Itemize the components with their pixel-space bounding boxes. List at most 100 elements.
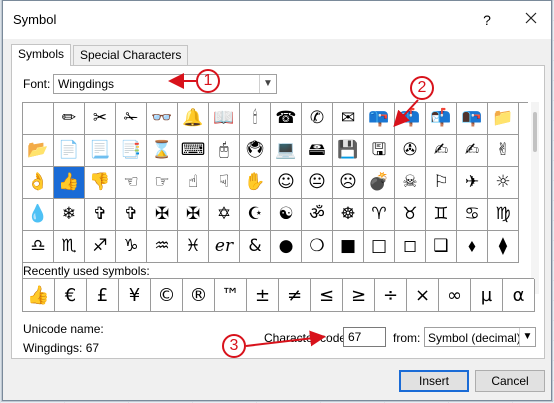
symbol-cell[interactable]: ⚐ [426,167,457,199]
recent-symbol-cell[interactable]: ™ [215,279,247,312]
symbol-cell[interactable]: ☹ [333,167,364,199]
symbol-cell[interactable]: ✆ [302,103,333,135]
grid-scrollbar[interactable] [531,102,539,294]
symbol-cell[interactable]: ♍ [488,199,519,231]
symbol-cell[interactable]: ☺ [271,167,302,199]
symbol-cell[interactable]: 🖴 [302,135,333,167]
symbol-cell[interactable]: 🔔 [178,103,209,135]
symbol-cell[interactable]: ✈ [457,167,488,199]
symbol-cell[interactable]: 📖 [209,103,240,135]
symbol-cell[interactable]: ☪ [240,199,271,231]
recent-symbol-cell[interactable]: ≠ [279,279,311,312]
symbol-cell[interactable]: 🖰 [209,135,240,167]
symbol-cell[interactable]: ॐ [302,199,333,231]
symbol-cell[interactable]: 📂 [23,135,54,167]
recent-symbol-cell[interactable]: ≤ [311,279,343,312]
symbol-cell[interactable]: 👎 [85,167,116,199]
symbol-cell[interactable]: ● [271,231,302,263]
cancel-button[interactable]: Cancel [475,370,545,392]
character-code-input[interactable]: 67 [343,327,386,347]
symbol-cell[interactable]: ⧫ [488,231,519,263]
symbol-cell[interactable]: ❍ [302,231,333,263]
symbol-cell[interactable]: 📁 [488,103,519,135]
symbol-cell[interactable]: 👓 [147,103,178,135]
symbol-cell[interactable]: ✞ [85,199,116,231]
symbol-cell[interactable]: ✠ [147,199,178,231]
symbol-cell[interactable]: ⬧ [457,231,488,263]
symbol-cell[interactable]: ◻ [395,231,426,263]
symbol-cell[interactable]: 💧 [23,199,54,231]
symbol-cell[interactable]: ♉ [395,199,426,231]
symbol-cell[interactable]: ☼ [488,167,519,199]
symbol-cell[interactable]: ✍ [457,135,488,167]
symbol-cell[interactable]: ☞ [147,167,178,199]
help-button[interactable]: ? [475,9,499,31]
symbol-cell[interactable]: 📄 [54,135,85,167]
symbol-cell[interactable]: 📬 [426,103,457,135]
symbol-cell[interactable]: ☯ [271,199,302,231]
tab-special-characters[interactable]: Special Characters [73,45,189,66]
recent-symbol-cell[interactable]: ∞ [439,279,471,312]
recent-symbol-cell[interactable]: ¥ [119,279,151,312]
recent-symbol-cell[interactable]: ± [247,279,279,312]
symbol-cell[interactable]: ♈ [364,199,395,231]
symbol-cell[interactable]: ✁ [116,103,147,135]
symbol-cell[interactable]: ♋ [457,199,488,231]
symbol-cell[interactable]: 📃 [85,135,116,167]
symbol-cell[interactable]: 😐 [302,167,333,199]
symbol-cell[interactable]: 📭 [457,103,488,135]
symbol-cell[interactable]: ■ [333,231,364,263]
scrollbar-thumb[interactable] [533,112,537,152]
symbol-cell[interactable]: 💻 [271,135,302,167]
close-button[interactable] [519,9,543,31]
font-dropdown[interactable]: Wingdings ▼ [53,74,277,94]
symbol-cell[interactable]: 👌 [23,167,54,199]
symbol-cell[interactable]: 🖲 [240,135,271,167]
symbol-cell[interactable]: 💾 [333,135,364,167]
recent-symbol-cell[interactable]: 👍 [23,279,55,312]
symbol-cell[interactable]: ☠ [395,167,426,199]
symbol-cell[interactable]: ♐ [85,231,116,263]
symbol-cell[interactable]: ✠ [178,199,209,231]
symbol-cell[interactable]: ⌨ [178,135,209,167]
symbol-cell[interactable]: ♒ [147,231,178,263]
symbol-cell[interactable]: ✇ [395,135,426,167]
symbol-cell[interactable]: ☎ [271,103,302,135]
recent-symbol-cell[interactable]: α [503,279,535,312]
symbol-cell[interactable]: 📪 [364,103,395,135]
symbol-cell[interactable] [23,103,54,135]
recent-symbol-cell[interactable]: ≥ [343,279,375,312]
symbol-cell[interactable]: □ [364,231,395,263]
symbol-cell[interactable]: ☟ [209,167,240,199]
symbol-cell[interactable]: 👍 [54,167,85,199]
symbol-cell[interactable]: 📑 [116,135,147,167]
symbol-cell[interactable]: & [240,231,271,263]
symbol-cell[interactable]: ♎ [23,231,54,263]
symbol-cell[interactable]: ✋ [240,167,271,199]
recent-symbol-cell[interactable]: £ [87,279,119,312]
tab-symbols[interactable]: Symbols [11,44,72,66]
recent-symbol-cell[interactable]: × [407,279,439,312]
symbol-cell[interactable]: ☜ [116,167,147,199]
symbol-cell[interactable]: er [209,231,240,263]
recent-symbol-cell[interactable]: © [151,279,183,312]
symbol-cell[interactable]: ✍ [426,135,457,167]
recent-symbol-cell[interactable]: € [55,279,87,312]
symbol-cell[interactable]: ♓ [178,231,209,263]
symbol-cell[interactable]: ♑ [116,231,147,263]
insert-button[interactable]: Insert [399,370,469,392]
recent-symbol-cell[interactable]: ÷ [375,279,407,312]
symbol-cell[interactable]: ✞ [116,199,147,231]
symbol-cell[interactable]: ❑ [426,231,457,263]
recent-symbol-cell[interactable]: µ [471,279,503,312]
symbol-cell[interactable]: 📫 [395,103,426,135]
symbol-cell[interactable]: 🖫 [364,135,395,167]
symbol-cell[interactable]: ✌ [488,135,519,167]
symbol-cell[interactable]: ✂ [85,103,116,135]
symbol-cell[interactable]: ✡ [209,199,240,231]
from-dropdown[interactable]: Symbol (decimal) ▼ [424,327,536,347]
symbol-cell[interactable]: 💣 [364,167,395,199]
symbol-cell[interactable]: ☝ [178,167,209,199]
symbol-cell[interactable]: ❄ [54,199,85,231]
symbol-cell[interactable]: ☸ [333,199,364,231]
